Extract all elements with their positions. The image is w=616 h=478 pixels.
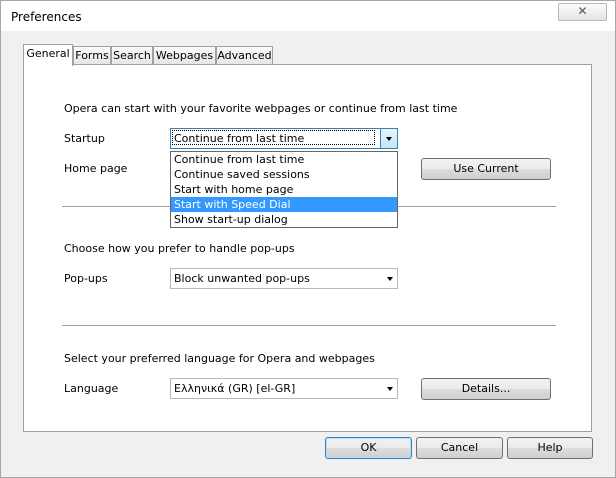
language-select-value: Ελληνικά (GR) [el-GR]: [174, 382, 296, 395]
tab-general[interactable]: General: [23, 44, 73, 66]
chevron-down-icon: [387, 277, 393, 281]
startup-dropdown-button[interactable]: [380, 129, 397, 148]
popups-select[interactable]: Block unwanted pop-ups: [170, 268, 398, 289]
chevron-down-icon: [386, 137, 392, 141]
close-icon: ✕: [577, 4, 588, 18]
language-heading: Select your preferred language for Opera…: [64, 352, 375, 365]
tab-search[interactable]: Search: [111, 46, 153, 64]
popups-label: Pop-ups: [64, 272, 108, 285]
details-button[interactable]: Details...: [421, 378, 551, 400]
dropdown-option-home-page[interactable]: Start with home page: [171, 182, 397, 197]
popups-select-value: Block unwanted pop-ups: [174, 272, 310, 285]
dropdown-option-startup-dialog[interactable]: Show start-up dialog: [171, 212, 397, 227]
startup-select[interactable]: Continue from last time: [170, 128, 398, 149]
tab-forms[interactable]: Forms: [73, 46, 111, 64]
help-button[interactable]: Help: [507, 437, 593, 459]
startup-heading: Opera can start with your favorite webpa…: [64, 102, 458, 115]
preferences-dialog: Preferences ✕ General Forms Search Webpa…: [0, 0, 616, 478]
popups-heading: Choose how you prefer to handle pop-ups: [64, 242, 295, 255]
ok-button[interactable]: OK: [325, 437, 412, 459]
chevron-down-icon: [387, 387, 393, 391]
startup-select-value: Continue from last time: [172, 130, 375, 145]
title-bar: Preferences ✕: [1, 1, 615, 31]
tab-webpages[interactable]: Webpages: [153, 46, 216, 64]
use-current-button[interactable]: Use Current: [421, 158, 551, 180]
startup-dropdown-list: Continue from last time Continue saved s…: [170, 151, 398, 228]
language-select[interactable]: Ελληνικά (GR) [el-GR]: [170, 378, 398, 399]
dropdown-option-continue-last[interactable]: Continue from last time: [171, 152, 397, 167]
language-label: Language: [64, 382, 119, 395]
startup-label: Startup: [64, 132, 105, 145]
window-title: Preferences: [11, 10, 82, 24]
divider: [62, 325, 556, 327]
home-page-label: Home page: [64, 162, 128, 175]
close-button[interactable]: ✕: [558, 3, 607, 21]
dropdown-option-continue-saved[interactable]: Continue saved sessions: [171, 167, 397, 182]
dropdown-option-speed-dial[interactable]: Start with Speed Dial: [171, 197, 397, 212]
cancel-button[interactable]: Cancel: [416, 437, 503, 459]
tab-advanced[interactable]: Advanced: [216, 46, 273, 64]
